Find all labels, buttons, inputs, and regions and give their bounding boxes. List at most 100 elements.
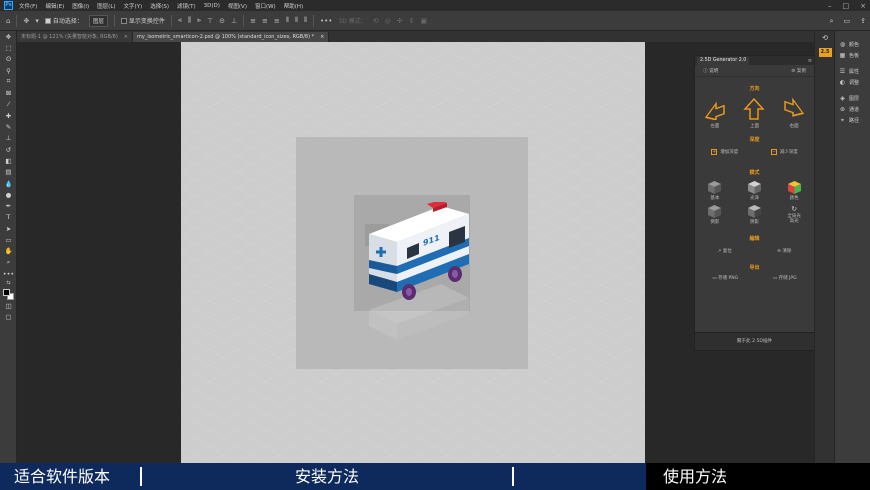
increase-depth-button[interactable]: + 增加深度 (711, 149, 738, 155)
menu-select[interactable]: 选择(S) (150, 2, 169, 10)
menu-edit[interactable]: 编辑(E) (45, 2, 64, 10)
chevron-down-icon[interactable]: ▾ (35, 17, 39, 25)
frame-tool-icon[interactable]: ⊠ (0, 87, 17, 98)
right-direction-button[interactable]: 右面 (783, 98, 805, 129)
panel-adjustments[interactable]: ◐ 调整 (835, 77, 870, 88)
panel-swatches[interactable]: ▦ 色板 (835, 50, 870, 61)
up-direction-button[interactable]: 上面 (743, 98, 766, 129)
save-jpg-button[interactable]: ▭ 存储 JPG (773, 275, 797, 281)
workspace-icon[interactable]: ▭ (844, 17, 851, 25)
history-icon[interactable]: ⟲ (815, 31, 835, 45)
reflection-mode-button[interactable]: 倒影 (699, 205, 731, 225)
quick-select-tool-icon[interactable]: ⚲ (0, 65, 17, 76)
tab-untitled[interactable]: 未标题-1 @ 121% (矢量智能对象, RGB/8) × (17, 32, 133, 42)
quick-mask-icon[interactable]: ◫ (0, 301, 17, 312)
maximize-icon[interactable]: □ (843, 2, 850, 10)
healing-brush-tool-icon[interactable]: ✚ (0, 110, 17, 121)
basic-mode-button[interactable]: 基本 (699, 181, 731, 201)
about-plugin-link[interactable]: 關于此 2.5D插件 (695, 332, 814, 350)
brush-tool-icon[interactable]: ✎ (0, 121, 17, 132)
close-icon[interactable]: × (860, 2, 866, 10)
layer-select-dropdown[interactable]: 图层 (88, 14, 108, 27)
search-icon[interactable]: ⌕ (830, 17, 834, 26)
menu-image[interactable]: 图像(I) (72, 2, 89, 10)
distribute-middle-icon[interactable]: ≡ (262, 17, 268, 25)
align-center-icon[interactable]: ⫼ (188, 16, 191, 25)
color-swatches[interactable] (3, 288, 15, 301)
save-png-button[interactable]: ▭ 存储 PNG (712, 275, 738, 281)
3d-slide-icon[interactable]: ⇕ (409, 17, 415, 25)
show-transform-checkbox[interactable]: 显示变换控件 (120, 16, 165, 25)
path-select-tool-icon[interactable]: ➤ (0, 223, 17, 234)
menu-filter[interactable]: 滤镜(T) (177, 2, 196, 10)
distribute-top-icon[interactable]: ≡ (250, 17, 256, 25)
menu-layer[interactable]: 图层(L) (97, 2, 115, 10)
lasso-tool-icon[interactable]: ʘ (0, 54, 17, 65)
menu-file[interactable]: 文件(F) (19, 2, 37, 10)
shadow-mode-button[interactable]: 阴影 (738, 205, 770, 225)
distribute-left-icon[interactable]: ⦀ (286, 16, 289, 25)
distribute-center-icon[interactable]: ⦀ (295, 16, 298, 25)
foreground-color-swatch[interactable] (3, 288, 10, 296)
align-right-icon[interactable]: ⫸ (197, 16, 201, 25)
menu-view[interactable]: 视图(V) (228, 2, 247, 10)
reset-button[interactable]: ↗ 复位 (718, 248, 732, 254)
auto-select-checkbox[interactable]: 自动选择： (44, 16, 83, 25)
3d-roll-icon[interactable]: ◎ (385, 17, 391, 25)
panel-layers[interactable]: ◈ 图层 (835, 93, 870, 104)
color-mode-button[interactable]: 颜色 (778, 181, 810, 201)
hand-tool-icon[interactable]: ✋ (0, 246, 17, 257)
distribute-bottom-icon[interactable]: ≡ (274, 17, 280, 25)
menu-window[interactable]: 窗口(W) (255, 2, 276, 10)
more-tools-icon[interactable]: ••• (0, 268, 17, 279)
menu-help[interactable]: 帮助(H) (284, 2, 303, 10)
align-bottom-icon[interactable]: ⊥ (231, 17, 237, 25)
3d-rotate-icon[interactable]: ⟲ (373, 17, 379, 25)
left-direction-button[interactable]: 左面 (704, 98, 726, 129)
panel-tab-title[interactable]: 2.5D Generator 2.0 (697, 56, 750, 65)
eyedropper-tool-icon[interactable]: ⁄ (0, 99, 17, 110)
menu-type[interactable]: 文字(Y) (124, 2, 143, 10)
close-icon[interactable]: × (320, 32, 324, 42)
panel-menu-icon[interactable]: ≡ (808, 58, 812, 64)
share-icon[interactable]: ⇪ (860, 17, 866, 25)
align-left-icon[interactable]: ⫷ (178, 16, 182, 25)
3d-drag-icon[interactable]: ✣ (397, 17, 403, 25)
marquee-tool-icon[interactable]: ⬚ (0, 42, 17, 53)
panel-properties[interactable]: ☰ 属性 (835, 66, 870, 77)
move-tool-icon[interactable]: ✥ (0, 31, 17, 42)
panel-paths[interactable]: ⌖ 路径 (835, 115, 870, 126)
eraser-tool-icon[interactable]: ◧ (0, 155, 17, 166)
close-icon[interactable]: × (124, 32, 128, 42)
decrease-depth-button[interactable]: − 减少深度 (770, 149, 798, 155)
home-icon[interactable]: ⌂ (6, 17, 10, 25)
document-canvas[interactable]: 911 (181, 42, 645, 463)
more-options-icon[interactable]: ••• (320, 17, 332, 25)
examples-button[interactable]: ⚙ 案例 (791, 68, 806, 74)
rectangle-tool-icon[interactable]: ▭ (0, 234, 17, 245)
3d-scale-icon[interactable]: ▣ (421, 17, 428, 25)
distribute-right-icon[interactable]: ⦀ (304, 16, 307, 25)
zoom-tool-icon[interactable]: ⌕ (0, 257, 17, 268)
move-tool-icon[interactable]: ✥ (23, 17, 29, 25)
tab-isometric-smarticon[interactable]: my_isometric_smarticon-2.psd @ 100% (sta… (132, 32, 330, 42)
swap-colors-icon[interactable]: ⇆ (0, 280, 17, 287)
global-light-button[interactable]: ↻ 全局光 高光 (778, 205, 810, 225)
minimize-icon[interactable]: – (828, 2, 832, 10)
history-brush-tool-icon[interactable]: ↺ (0, 144, 17, 155)
crop-tool-icon[interactable]: ⌗ (0, 76, 17, 87)
generator-panel-button[interactable]: 2.5 (815, 45, 835, 59)
screen-mode-icon[interactable]: ▢ (0, 312, 17, 323)
clone-stamp-tool-icon[interactable]: ⊥ (0, 133, 17, 144)
panel-color[interactable]: ◍ 颜色 (835, 39, 870, 50)
menu-3d[interactable]: 3D(D) (204, 3, 220, 9)
type-tool-icon[interactable]: T (0, 212, 17, 223)
align-top-icon[interactable]: ⊤ (207, 17, 213, 25)
gloss-mode-button[interactable]: 光泽 (738, 181, 770, 201)
blur-tool-icon[interactable]: 💧 (0, 178, 17, 189)
help-button[interactable]: ⓘ 说明 (703, 68, 718, 74)
align-middle-icon[interactable]: ⊝ (219, 17, 225, 25)
panel-channels[interactable]: ⊛ 通道 (835, 104, 870, 115)
clear-button[interactable]: ⊖ 清除 (777, 248, 791, 254)
pen-tool-icon[interactable]: ✒ (0, 200, 17, 211)
